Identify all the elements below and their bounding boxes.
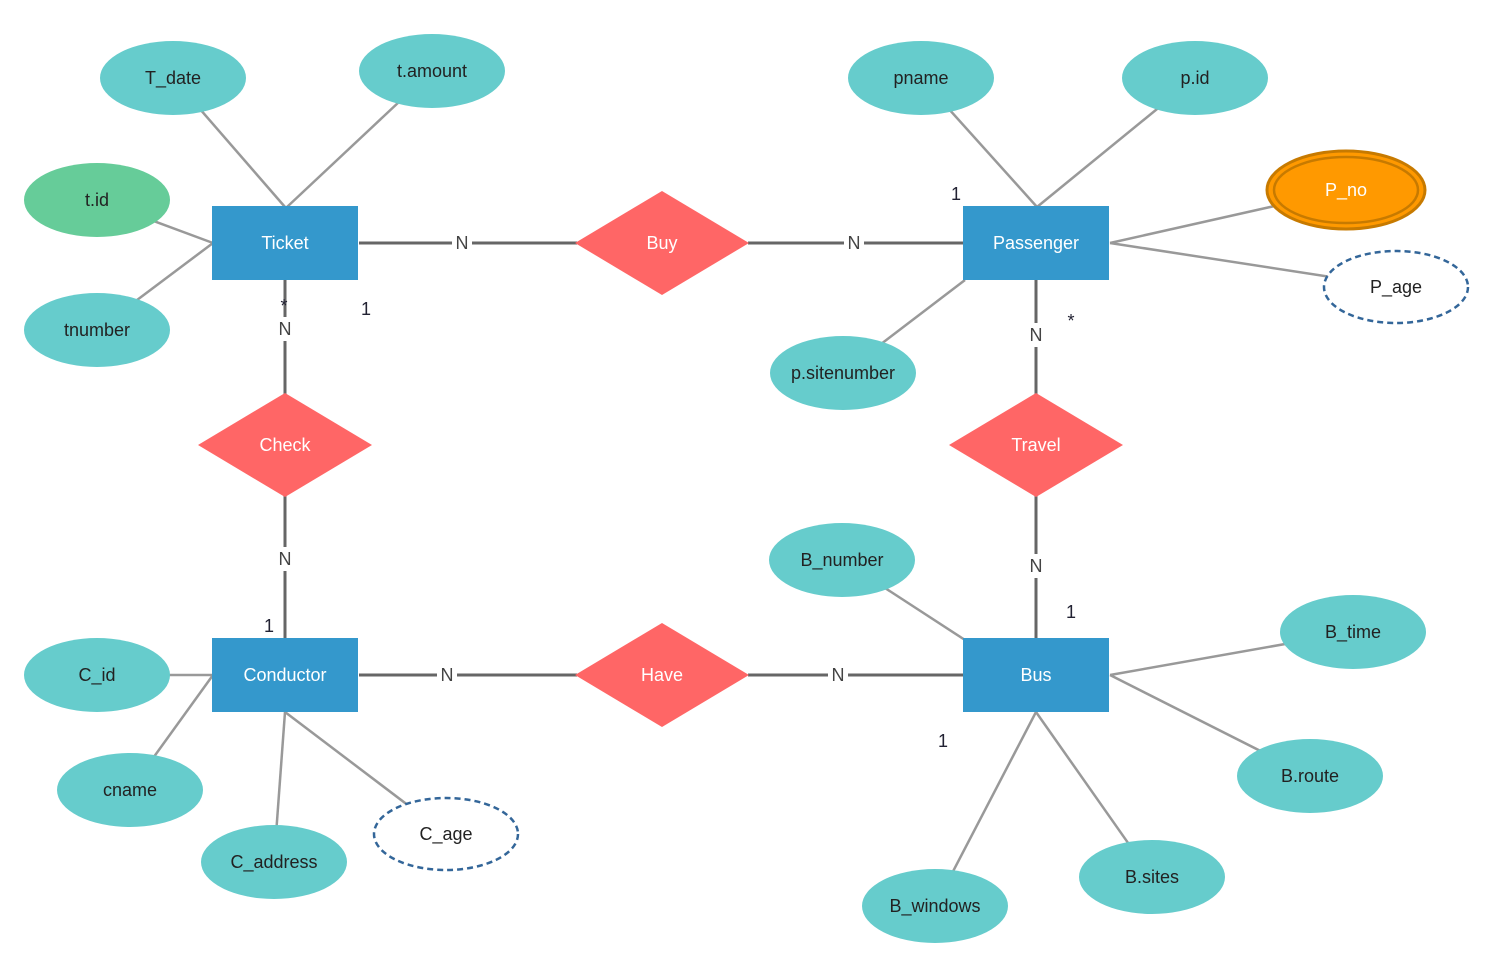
annotation-conductor_one: 1 <box>264 616 274 636</box>
annotation-ticket_star: * <box>280 296 287 316</box>
attribute-label-pname: pname <box>893 68 948 88</box>
attribute-label-p_age: P_age <box>1370 277 1422 298</box>
attribute-label-p_no: P_no <box>1325 180 1367 201</box>
label-layer: N N N N N N N N Ticket Passenger Conductor Bus Buy Ch… <box>64 61 1422 917</box>
attribute-label-c_age: C_age <box>419 824 472 845</box>
attribute-label-tnumber: tnumber <box>64 320 130 340</box>
annotation-passenger_one: 1 <box>951 184 961 204</box>
cardinality-label-conductor_have: N <box>441 665 454 685</box>
attribute-label-cname: cname <box>103 780 157 800</box>
entity-label-conductor: Conductor <box>243 665 326 685</box>
er-diagram-canvas: N N N N N N N N Ticket Passenger Conductor Bus Buy Ch… <box>24 34 1470 943</box>
shape-layer <box>24 34 1470 943</box>
attribute-label-b_number: B_number <box>800 550 883 571</box>
attribute-label-c_address: C_address <box>230 852 317 873</box>
relationship-label-check: Check <box>259 435 311 455</box>
cardinality-label-have_bus: N <box>832 665 845 685</box>
cardinality-label-check_conductor: N <box>279 549 292 569</box>
attribute-label-t_amount: t.amount <box>397 61 467 81</box>
cardinality-label-ticket_check: N <box>279 319 292 339</box>
relationship-label-buy: Buy <box>646 233 677 253</box>
annotation-passenger_star: * <box>1067 311 1074 331</box>
attribute-label-t_id: t.id <box>85 190 109 210</box>
attribute-label-p_id: p.id <box>1180 68 1209 88</box>
annotation-ticket_one: 1 <box>361 299 371 319</box>
attribute-label-t_date: T_date <box>145 68 201 89</box>
attribute-label-b_time: B_time <box>1325 622 1381 643</box>
entity-label-bus: Bus <box>1020 665 1051 685</box>
cardinality-label-buy_passenger: N <box>848 233 861 253</box>
attribute-label-c_id: C_id <box>78 665 115 686</box>
cardinality-label-travel_bus: N <box>1030 556 1043 576</box>
entity-label-ticket: Ticket <box>261 233 308 253</box>
annotation-bus_one_left: 1 <box>938 731 948 751</box>
attribute-label-b_sites: B.sites <box>1125 867 1179 887</box>
relationship-label-travel: Travel <box>1011 435 1060 455</box>
er-diagram: N N N N N N N N Ticket Passenger Conductor Bus Buy Ch… <box>0 0 1500 969</box>
annotation-bus_one_top: 1 <box>1066 602 1076 622</box>
attribute-label-p_sitenumber: p.sitenumber <box>791 363 895 383</box>
attribute-label-b_route: B.route <box>1281 766 1339 786</box>
entity-label-passenger: Passenger <box>993 233 1079 253</box>
cardinality-label-passenger_travel: N <box>1030 325 1043 345</box>
attribute-label-b_windows: B_windows <box>889 896 980 917</box>
cardinality-label-ticket_buy: N <box>456 233 469 253</box>
relationship-label-have: Have <box>641 665 683 685</box>
